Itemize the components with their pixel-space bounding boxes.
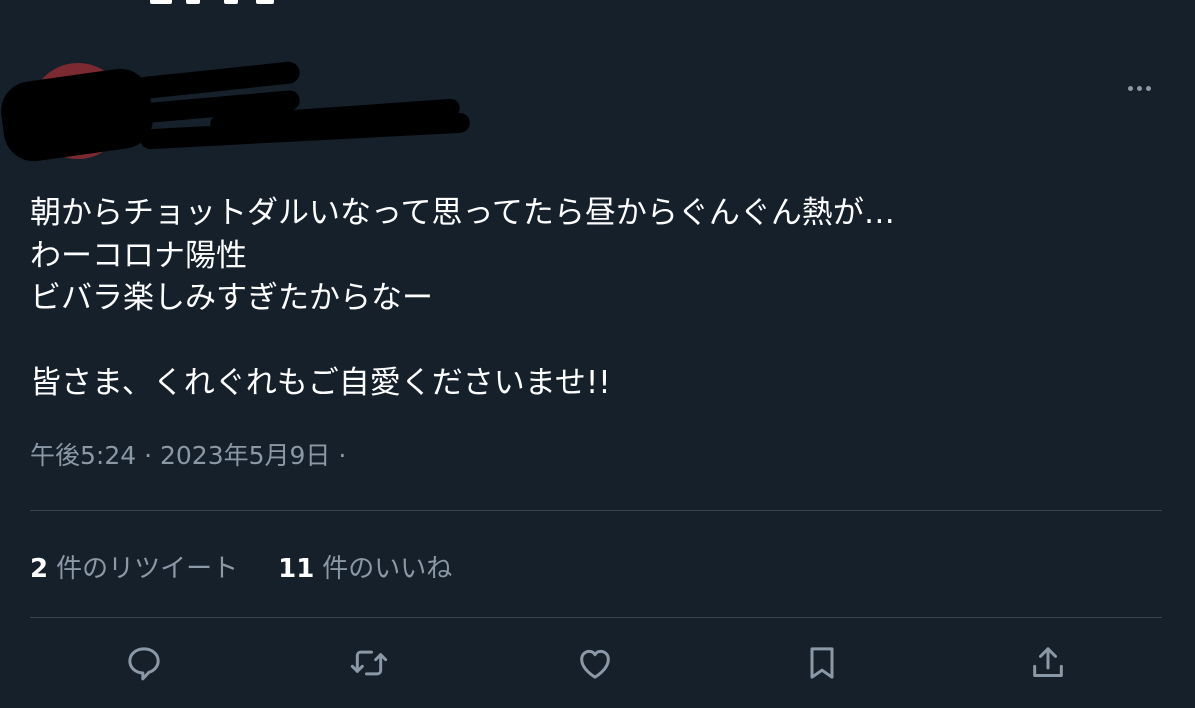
likes-stat[interactable]: 11 件のいいね — [278, 548, 452, 585]
retweet-button[interactable] — [346, 640, 392, 686]
share-button[interactable] — [1025, 640, 1071, 686]
retweets-stat[interactable]: 2 件のリツイート — [30, 548, 238, 585]
meta-separator: · — [338, 441, 347, 470]
more-options-button[interactable] — [1122, 75, 1156, 101]
likes-count: 11 — [278, 554, 315, 584]
tweet-action-bar — [0, 640, 1195, 690]
like-icon — [580, 649, 610, 679]
like-button[interactable] — [572, 640, 618, 686]
more-horizontal-icon — [1127, 85, 1133, 91]
retweet-icon — [350, 650, 388, 676]
bookmark-icon — [810, 647, 834, 679]
reply-icon — [128, 647, 160, 681]
tweet-time[interactable]: 午後5:24 — [30, 441, 136, 470]
divider — [30, 510, 1162, 511]
retweets-count: 2 — [30, 554, 49, 584]
tweet-header — [0, 55, 1162, 166]
meta-separator: · — [144, 441, 153, 470]
bookmark-button[interactable] — [799, 640, 845, 686]
tweet-text: 朝からチョットダルいなって思ってたら昼からぐんぐん熱が… わーコロナ陽性 ビバラ… — [30, 195, 895, 401]
likes-label: 件のいいね — [322, 554, 453, 584]
reply-button[interactable] — [121, 640, 167, 686]
tweet-stats: 2 件のリツイート 11 件のいいね — [30, 548, 452, 585]
more-dot — [1145, 85, 1151, 91]
retweets-label: 件のリツイート — [56, 554, 239, 584]
tweet-timestamp: 午後5:24 · 2023年5月9日 · — [30, 436, 346, 472]
share-icon — [1033, 647, 1063, 677]
divider — [30, 617, 1162, 618]
page-header-cutoff — [150, 0, 290, 6]
more-dot — [1136, 85, 1142, 91]
tweet-date[interactable]: 2023年5月9日 — [160, 441, 330, 470]
